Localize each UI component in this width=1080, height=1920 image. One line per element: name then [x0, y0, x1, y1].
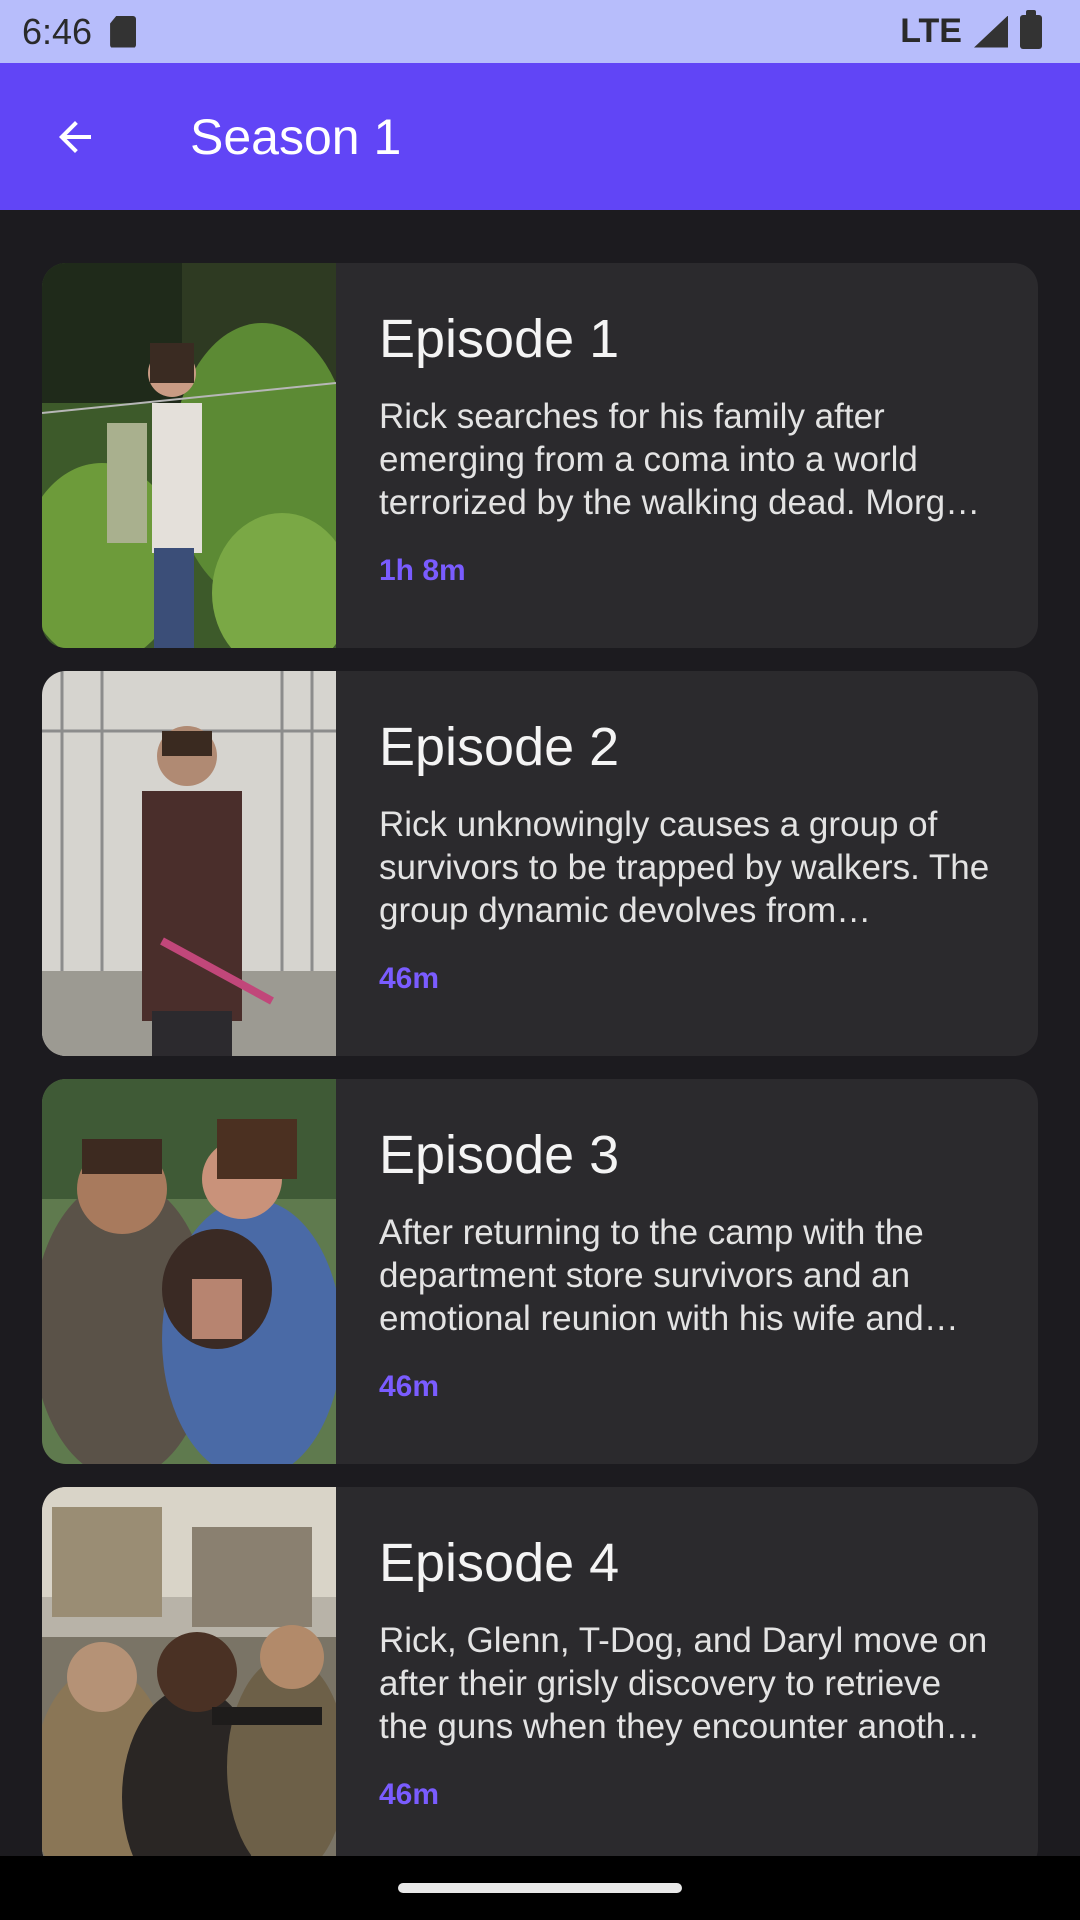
- episode-duration: 1h 8m: [379, 554, 466, 587]
- back-button[interactable]: [0, 63, 150, 210]
- episode-thumbnail: [42, 671, 336, 1056]
- episode-description: After returning to the camp with the dep…: [379, 1213, 924, 1338]
- episode-duration: 46m: [379, 962, 440, 995]
- episode-duration: 46m: [379, 1778, 440, 1811]
- episode-card[interactable]: Episode 1 Rick searches for his family a…: [42, 263, 1038, 648]
- episode-thumbnail: [42, 1079, 336, 1464]
- episode-title: Episode 1: [379, 309, 620, 369]
- episode-card[interactable]: Episode 2 Rick unknowingly causes a grou…: [42, 671, 1038, 1056]
- episode-description: Rick, Glenn, T-Dog, and Daryl move on af…: [379, 1621, 988, 1746]
- episode-card[interactable]: Episode 3 After returning to the camp wi…: [42, 1079, 1038, 1464]
- episode-info: Episode 1 Rick searches for his family a…: [336, 263, 1038, 648]
- episode-list[interactable]: Episode 1 Rick searches for his family a…: [42, 263, 1038, 1895]
- network-type: LTE: [900, 12, 962, 50]
- episode-thumbnail: [42, 1487, 336, 1872]
- episode-duration: 46m: [379, 1370, 440, 1403]
- navigation-bar: [0, 1856, 1080, 1920]
- episode-title: Episode 4: [379, 1533, 620, 1593]
- status-right: LTE: [900, 9, 1042, 51]
- episode-description: Rick searches for his family after emerg…: [379, 397, 985, 522]
- sd-card-icon: [110, 15, 137, 48]
- episode-title: Episode 3: [379, 1125, 620, 1185]
- episode-description: Rick unknowingly causes a group of survi…: [379, 805, 990, 930]
- episode-thumbnail: [42, 263, 336, 648]
- battery-icon: [1020, 9, 1042, 49]
- home-gesture-handle[interactable]: [398, 1883, 682, 1893]
- episode-card[interactable]: Episode 4 Rick, Glenn, T-Dog, and Daryl …: [42, 1487, 1038, 1872]
- status-time: 6:46: [22, 10, 93, 52]
- episode-info: Episode 2 Rick unknowingly causes a grou…: [336, 671, 1038, 1056]
- episode-title: Episode 2: [379, 717, 620, 777]
- episode-info: Episode 3 After returning to the camp wi…: [336, 1079, 1038, 1464]
- episode-info: Episode 4 Rick, Glenn, T-Dog, and Daryl …: [336, 1487, 1038, 1872]
- app-bar: Season 1: [0, 63, 1080, 210]
- arrow-left-icon: [59, 120, 91, 153]
- signal-icon: [974, 15, 1008, 48]
- page-title: Season 1: [190, 108, 402, 165]
- status-bar: 6:46 LTE: [0, 0, 1080, 63]
- status-left: 6:46: [22, 10, 137, 53]
